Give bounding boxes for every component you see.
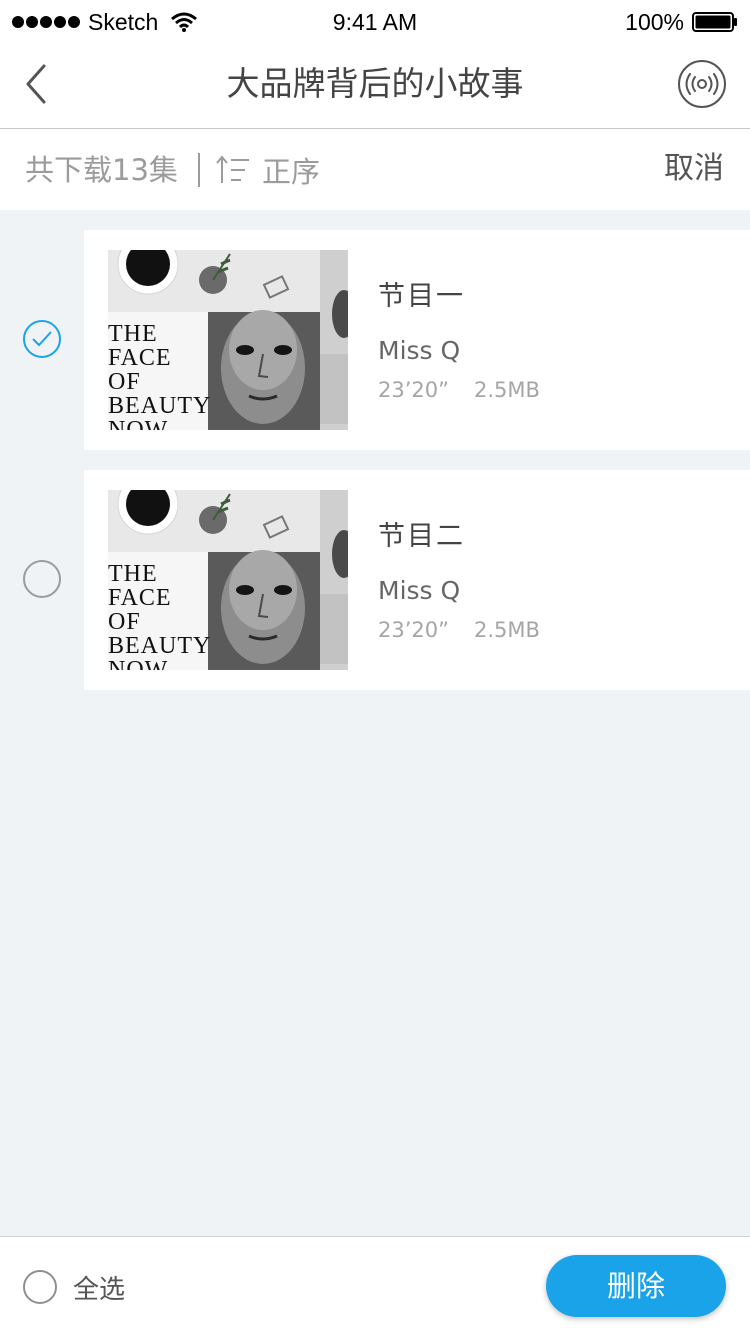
delete-button[interactable]: 删除 (546, 1255, 726, 1317)
episode-size: 2.5MB (474, 378, 540, 402)
magazine-text-line: NOW (108, 417, 169, 430)
episode-title: 节目一 (378, 281, 465, 312)
select-checkbox[interactable] (23, 560, 61, 598)
divider (198, 153, 200, 187)
episode-card[interactable]: THE FACE OF BEAUTY NOW 节目二 Miss Q 23’20”… (84, 470, 750, 690)
cancel-button[interactable]: 取消 (664, 149, 724, 189)
status-bar: Sketch 9:41 AM 100% (0, 0, 750, 44)
magazine-text-line: FACE (108, 585, 172, 611)
magazine-text-line: THE (108, 561, 158, 587)
episode-title: 节目二 (378, 521, 465, 552)
magazine-text-line: BEAUTY (108, 633, 212, 659)
status-right: 100% (625, 8, 738, 36)
magazine-text-line: BEAUTY (108, 393, 212, 419)
episode-duration: 23’20” (378, 618, 449, 642)
select-all-toggle[interactable]: 全选 (23, 1269, 125, 1305)
page-title: 大品牌背后的小故事 (226, 64, 524, 103)
episode-size: 2.5MB (474, 618, 540, 642)
sort-ascending-icon (216, 155, 249, 183)
back-chevron-icon (26, 64, 46, 104)
radio-broadcast-button[interactable] (678, 60, 726, 108)
magazine-text-line: OF (108, 609, 141, 635)
bottom-action-bar: 全选 删除 (0, 1236, 750, 1335)
back-button[interactable] (14, 60, 58, 108)
episode-author: Miss Q (378, 576, 461, 605)
battery-icon (692, 12, 737, 32)
sort-button[interactable]: 正序 (216, 151, 320, 189)
check-icon (32, 331, 52, 347)
magazine-text-line: NOW (108, 657, 169, 670)
download-count: 共下载13集 (25, 153, 178, 187)
select-all-checkbox[interactable] (23, 1270, 57, 1304)
select-all-label: 全选 (73, 1274, 126, 1305)
episode-card[interactable]: THE FACE OF BEAUTY NOW 节目一 Miss Q 23’20”… (84, 230, 750, 450)
magazine-text-line: THE (108, 321, 158, 347)
episode-thumbnail: THE FACE OF BEAUTY NOW (108, 490, 348, 670)
radio-broadcast-icon (685, 73, 719, 95)
sort-label: 正序 (262, 155, 321, 189)
download-toolbar: 共下载13集 正序 取消 (0, 129, 750, 210)
episode-author: Miss Q (378, 336, 461, 365)
magazine-text-line: OF (108, 369, 141, 395)
list-item: THE FACE OF BEAUTY NOW 节目一 Miss Q 23’20”… (0, 230, 750, 450)
episode-thumbnail: THE FACE OF BEAUTY NOW (108, 250, 348, 430)
episode-duration: 23’20” (378, 378, 449, 402)
magazine-text-line: FACE (108, 345, 172, 371)
list-item: THE FACE OF BEAUTY NOW 节目二 Miss Q 23’20”… (0, 470, 750, 690)
battery-percent: 100% (625, 8, 684, 35)
nav-bar: 大品牌背后的小故事 (0, 44, 750, 129)
select-checkbox-checked[interactable] (23, 320, 61, 358)
